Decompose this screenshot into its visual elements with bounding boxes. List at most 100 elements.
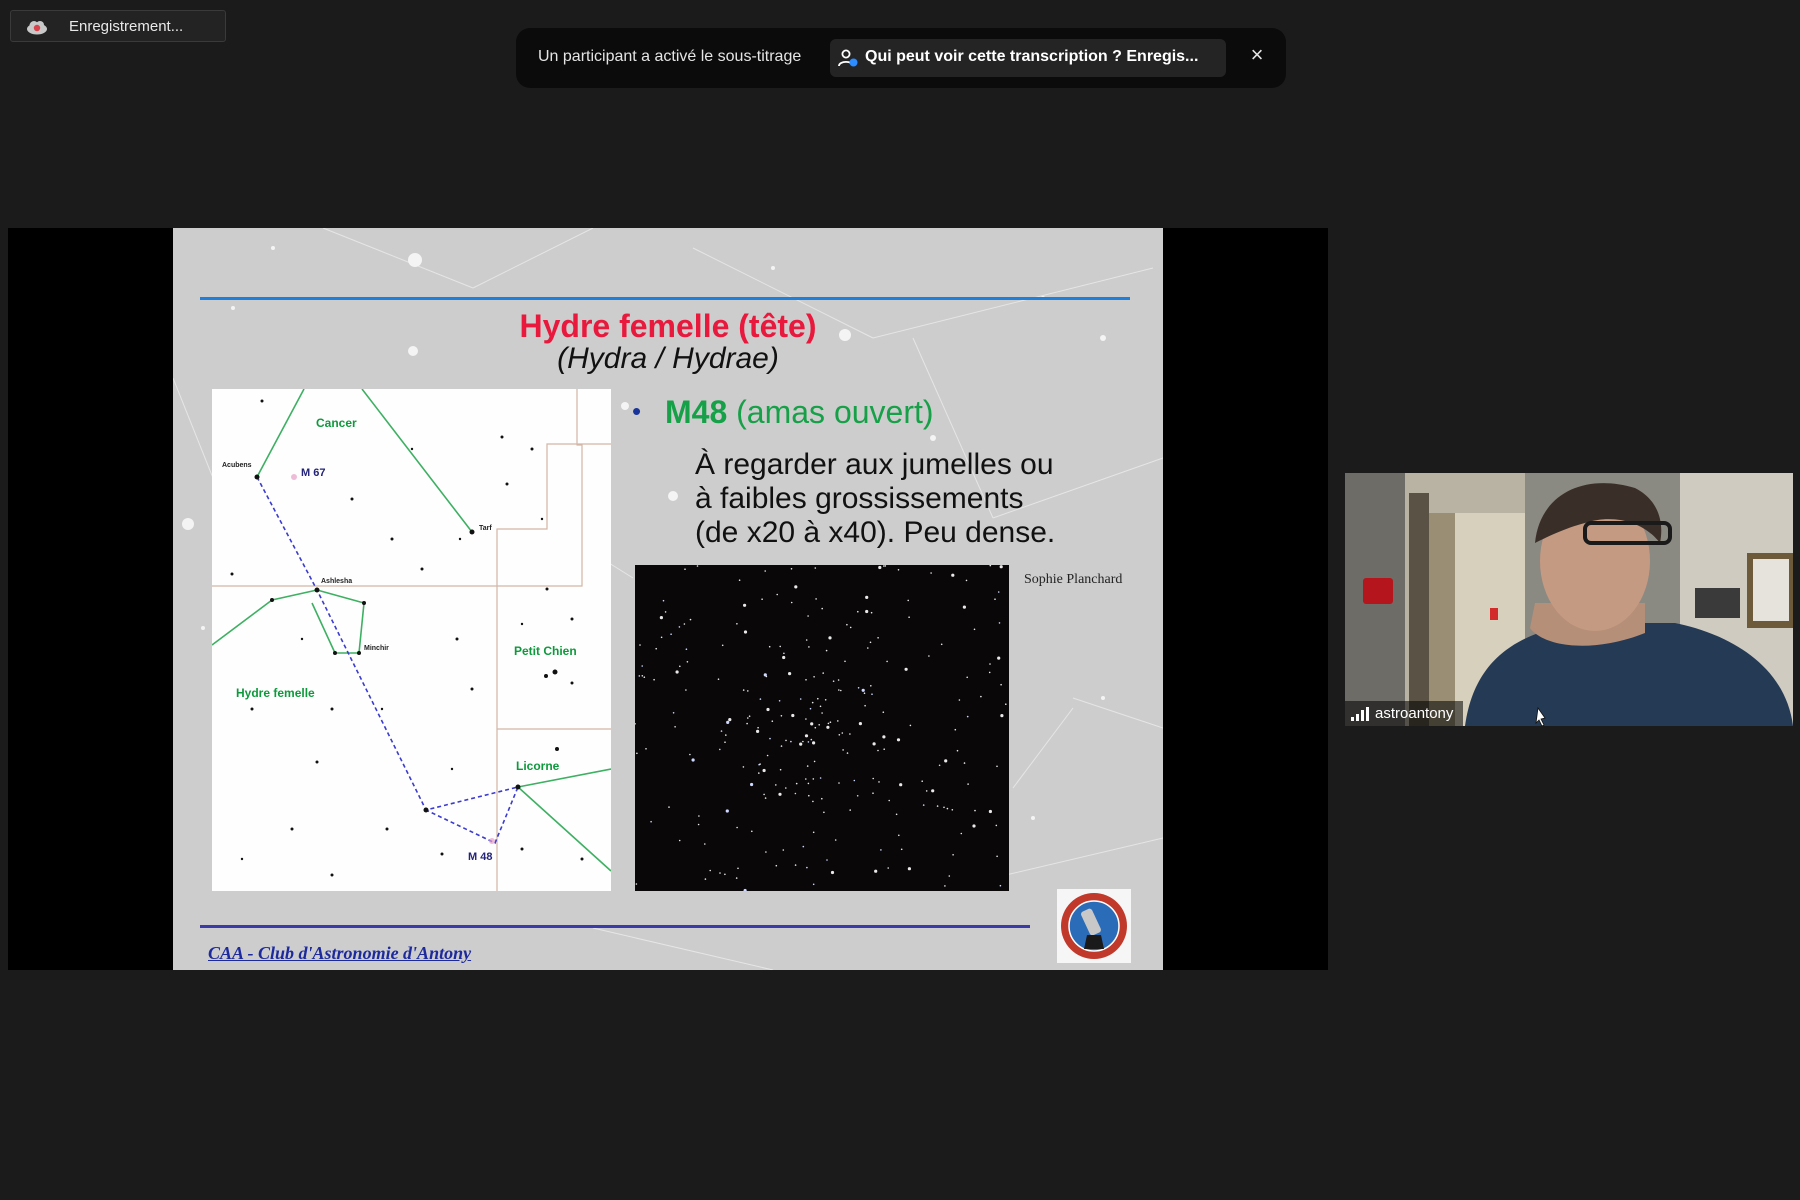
star-dot	[670, 633, 672, 635]
label-cancer: Cancer	[316, 416, 357, 430]
star-dot	[896, 738, 901, 742]
star-dot	[698, 815, 700, 817]
star-dot	[887, 867, 889, 869]
star-dot	[966, 715, 969, 718]
star-dot	[878, 565, 882, 570]
star-dot	[819, 705, 822, 708]
label-licorne: Licorne	[516, 759, 560, 773]
object-type: (amas ouvert)	[736, 394, 934, 430]
star-dot	[675, 670, 679, 674]
star-dot	[895, 813, 898, 816]
star-dot	[877, 637, 879, 639]
star-dot	[691, 758, 695, 762]
photo-credit: Sophie Planchard	[1024, 572, 1123, 587]
star-dot	[805, 639, 808, 641]
star-dot	[980, 695, 982, 698]
star-dot	[898, 834, 900, 837]
star-dot	[925, 790, 928, 792]
star-dot	[904, 667, 908, 671]
star-dot	[907, 599, 909, 602]
label-minchir: Minchir	[364, 645, 389, 652]
label-m67: M 67	[301, 467, 326, 479]
star-dot	[944, 759, 948, 763]
star-dot	[812, 883, 815, 886]
star-dot	[719, 748, 721, 751]
star-dot	[643, 676, 646, 678]
transcript-visibility-button[interactable]: Qui peut voir cette transcription ? Enre…	[830, 39, 1226, 77]
star-dot	[743, 603, 747, 607]
description-line-3: (de x20 à x40). Peu dense.	[695, 516, 1056, 549]
star-dot	[764, 570, 766, 572]
star-dot	[660, 636, 663, 639]
star-dot	[751, 830, 753, 833]
star-dot	[765, 851, 767, 853]
star-dot	[771, 720, 774, 722]
star-dot	[823, 811, 825, 814]
star-dot	[882, 711, 885, 713]
star-dot	[659, 616, 663, 620]
star-field	[634, 564, 1007, 893]
star-dot	[650, 820, 652, 823]
star-dot	[736, 623, 738, 625]
star-dot	[884, 565, 887, 567]
star-dot	[678, 626, 681, 628]
star-dot	[794, 792, 797, 795]
star-dot	[743, 888, 747, 893]
footer-club-name: CAA - Club d'Astronomie d'Antony	[208, 943, 472, 963]
close-icon[interactable]: ×	[1246, 44, 1268, 66]
signal-strength-icon	[1351, 706, 1369, 721]
star-dot	[832, 680, 835, 682]
star-dot	[921, 780, 923, 782]
star-dot	[806, 765, 809, 767]
star-dot	[962, 605, 966, 609]
star-dot	[897, 569, 900, 571]
star-dot	[742, 766, 745, 768]
star-dot	[790, 568, 793, 570]
star-dot	[922, 804, 925, 806]
star-dot	[799, 742, 803, 746]
star-dot	[742, 689, 745, 691]
recording-indicator[interactable]: Enregistrement...	[10, 10, 226, 42]
star-dot	[822, 672, 824, 674]
star-dot	[886, 660, 888, 663]
label-ashlesha: Ashlesha	[321, 578, 353, 585]
star-dot	[790, 601, 793, 604]
star-dot	[943, 806, 945, 809]
star-dot	[849, 809, 851, 811]
star-dot	[994, 598, 996, 600]
star-dot	[1000, 683, 1002, 686]
star-dot	[806, 866, 808, 869]
star-dot	[757, 726, 759, 729]
star-dot	[717, 678, 720, 680]
star-dot	[837, 720, 839, 722]
participant-video-tile[interactable]: astroantony	[1345, 473, 1793, 726]
star-dot	[1005, 703, 1007, 705]
caption-message: Un participant a activé le sous-titrage	[538, 48, 802, 65]
star-dot	[807, 741, 810, 743]
star-dot	[989, 564, 992, 567]
caption-notification: Un participant a activé le sous-titrage …	[516, 28, 1286, 88]
star-dot	[746, 722, 748, 725]
star-dot	[759, 698, 762, 700]
star-dot	[973, 628, 976, 631]
star-dot	[808, 794, 810, 797]
star-dot	[951, 809, 954, 811]
star-dot	[844, 660, 846, 663]
star-dot	[878, 781, 880, 783]
star-dot	[785, 787, 787, 789]
star-dot	[756, 729, 760, 733]
description-line-1: À regarder aux jumelles ou	[695, 448, 1054, 481]
star-dot	[724, 873, 726, 876]
star-dot	[988, 671, 991, 674]
star-dot	[828, 636, 832, 640]
star-dot	[837, 679, 840, 681]
star-dot	[811, 701, 814, 704]
star-dot	[761, 598, 763, 600]
star-dot	[863, 692, 866, 694]
star-dot	[826, 859, 828, 861]
star-dot	[780, 715, 783, 717]
participant-name-tag: astroantony	[1345, 701, 1464, 726]
star-dot	[928, 655, 930, 657]
star-dot	[807, 615, 809, 617]
star-dot	[743, 630, 748, 634]
